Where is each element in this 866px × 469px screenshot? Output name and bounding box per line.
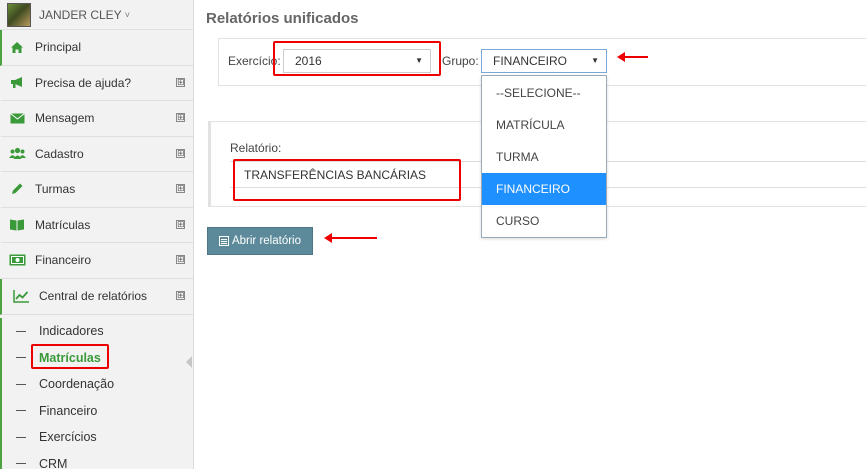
submenu-item-exercicios[interactable]: Exercícios — [2, 424, 193, 451]
red-arrow-icon — [324, 233, 377, 243]
sidebar-item-matriculas[interactable]: Matrículas ⊞ — [0, 208, 193, 243]
expand-icon[interactable]: ⊞ — [176, 219, 185, 229]
pencil-icon — [8, 181, 26, 197]
sidebar-item-turmas[interactable]: Turmas ⊞ — [0, 172, 193, 208]
tree-dash — [16, 463, 26, 465]
submenu-item-financeiro[interactable]: Financeiro — [2, 398, 193, 425]
dropdown-option[interactable]: MATRÍCULA — [482, 109, 606, 141]
sidebar-item-label: Precisa de ajuda? — [35, 75, 132, 90]
book-icon — [8, 217, 26, 233]
expand-icon[interactable]: ⊞ — [176, 291, 185, 300]
abrir-relatorio-label: Abrir relatório — [231, 235, 302, 247]
tree-dash — [16, 383, 26, 385]
money-icon — [8, 252, 26, 268]
dropdown-option-selected[interactable]: FINANCEIRO — [482, 173, 606, 205]
grupo-select[interactable]: FINANCEIRO ▼ — [481, 49, 607, 73]
expand-icon[interactable]: ⊞ — [176, 113, 185, 123]
caret-down-icon: ▼ — [591, 56, 599, 65]
expand-icon[interactable]: ⊞ — [176, 148, 185, 158]
submenu-item-label: CRM — [39, 456, 68, 469]
submenu-item-label: Indicadores — [39, 324, 104, 339]
list-icon — [218, 236, 229, 246]
sidebar-item-label: Turmas — [35, 182, 76, 197]
submenu-item-crm[interactable]: CRM — [2, 451, 193, 469]
grupo-dropdown: --SELECIONE-- MATRÍCULA TURMA FINANCEIRO… — [481, 75, 607, 238]
dropdown-option[interactable]: --SELECIONE-- — [482, 77, 606, 109]
expand-icon[interactable]: ⊞ — [176, 77, 185, 87]
tree-dash — [16, 410, 26, 412]
sidebar-item-label: Cadastro — [35, 146, 84, 161]
sidebar-item-label: Principal — [35, 40, 82, 55]
red-arrow-icon — [617, 52, 648, 62]
relatorio-label: Relatório: — [230, 141, 282, 155]
sidebar-item-label: Central de relatórios — [39, 289, 148, 303]
abrir-relatorio-button[interactable]: Abrir relatório — [207, 227, 313, 255]
dropdown-option[interactable]: CURSO — [482, 205, 606, 237]
envelope-icon — [8, 110, 26, 126]
sidebar-item-label: Financeiro — [35, 253, 92, 268]
sidebar: JANDER CLEY ˅ Principal Precisa de ajuda… — [0, 0, 194, 469]
submenu-item-indicadores[interactable]: Indicadores — [2, 318, 193, 345]
expand-icon[interactable]: ⊞ — [176, 184, 185, 194]
user-name: JANDER CLEY — [39, 7, 122, 22]
submenu-item-label: Exercícios — [39, 430, 97, 445]
line-chart-icon — [12, 288, 30, 304]
sidebar-item-label: Mensagem — [35, 111, 95, 126]
submenu-item-coordenacao[interactable]: Coordenação — [2, 371, 193, 398]
dropdown-option[interactable]: TURMA — [482, 141, 606, 173]
highlight-box-matriculas — [31, 344, 109, 369]
sidebar-item-mensagem[interactable]: Mensagem ⊞ — [0, 101, 193, 137]
highlight-box-relatorio — [233, 159, 461, 201]
main-content: Relatórios unificados Exercício: 2016 ▼ … — [194, 0, 866, 469]
page-title: Relatórios unificados — [206, 10, 359, 27]
users-icon — [8, 146, 26, 162]
sidebar-item-financeiro[interactable]: Financeiro ⊞ — [0, 243, 193, 279]
home-icon — [8, 39, 26, 55]
sidebar-item-principal[interactable]: Principal — [0, 30, 193, 66]
submenu-item-label: Financeiro — [39, 403, 98, 418]
sidebar-collapse-icon[interactable] — [186, 356, 192, 368]
chevron-down-icon: ˅ — [124, 9, 130, 20]
grupo-value: FINANCEIRO — [493, 54, 568, 68]
avatar — [7, 2, 31, 27]
expand-icon[interactable]: ⊞ — [176, 255, 185, 265]
sidebar-item-central-relatorios[interactable]: Central de relatórios ⊞ — [0, 278, 193, 315]
sidebar-item-ajuda[interactable]: Precisa de ajuda? ⊞ — [0, 66, 193, 101]
sidebar-item-cadastro[interactable]: Cadastro ⊞ — [0, 137, 193, 172]
submenu-relatorios: Indicadores Matrículas Coordenação Finan… — [0, 318, 193, 469]
tree-dash — [16, 330, 26, 332]
sidebar-item-label: Matrículas — [35, 217, 91, 232]
user-menu[interactable]: JANDER CLEY ˅ — [0, 0, 193, 30]
megaphone-icon — [8, 75, 26, 91]
tree-dash — [16, 357, 26, 359]
highlight-box-exercicio — [273, 41, 441, 76]
grupo-label: Grupo: — [442, 54, 479, 68]
tree-dash — [16, 436, 26, 438]
nav-menu: Principal Precisa de ajuda? ⊞ Mensagem ⊞… — [0, 30, 193, 315]
submenu-item-label: Coordenação — [39, 377, 115, 392]
